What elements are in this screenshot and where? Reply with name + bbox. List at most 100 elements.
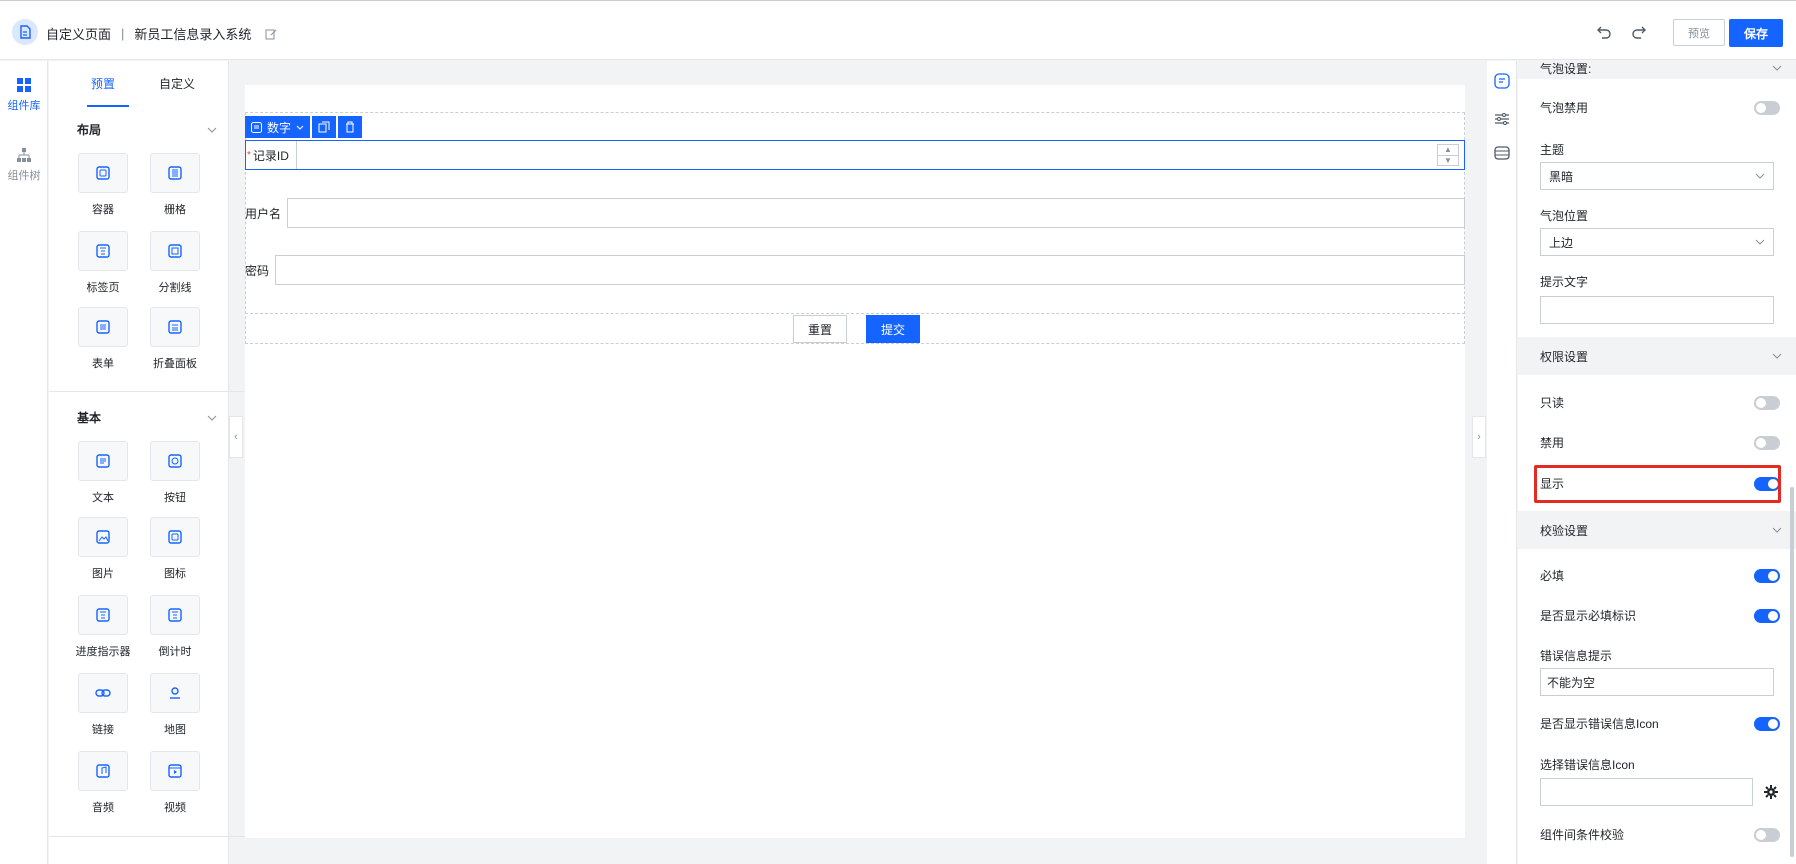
disabled-toggle[interactable] [1754, 435, 1780, 450]
component-label: 标签页 [86, 282, 120, 294]
group-permission-settings[interactable]: 权限设置 [1518, 337, 1796, 375]
prop-label: 错误信息提示 [1540, 649, 1613, 663]
collapse-left-panel-button[interactable]: ‹ [229, 416, 243, 458]
edit-icon[interactable] [265, 28, 277, 40]
component-text[interactable]: 文本 [73, 441, 133, 505]
preview-button[interactable]: 预览 [1673, 19, 1725, 46]
properties-icon[interactable] [1494, 73, 1510, 89]
component-divider[interactable]: 分割线 [145, 231, 205, 295]
property-category-rail [1487, 61, 1517, 864]
number-stepper[interactable]: ▲ ▼ [1437, 144, 1459, 166]
username-field: 用户名 [245, 198, 1465, 228]
password-input[interactable] [275, 255, 1465, 285]
component-audio[interactable]: 音频 [73, 751, 133, 815]
style-settings-icon[interactable] [1494, 111, 1510, 127]
bubble-disabled-toggle[interactable] [1754, 100, 1780, 115]
component-type-label: 数字 [267, 120, 292, 135]
readonly-row: 只读 [1540, 394, 1780, 411]
active-tab-underline [87, 105, 129, 107]
section-title: 布局 [77, 123, 102, 137]
component-icon[interactable]: 图标 [145, 517, 205, 581]
data-source-icon[interactable] [1494, 145, 1510, 161]
component-type-selector[interactable]: 数字 [245, 116, 311, 138]
bubble-position-select[interactable]: 上边 [1540, 228, 1774, 256]
error-icon-input[interactable] [1540, 778, 1753, 806]
prop-label: 气泡位置 [1540, 209, 1589, 223]
divider-icon [150, 231, 200, 271]
readonly-toggle[interactable] [1754, 395, 1780, 410]
show-error-icon-row: 是否显示错误信息Icon [1540, 715, 1780, 732]
rail-item-component-library[interactable]: 组件库 [0, 77, 48, 113]
component-collapse[interactable]: 折叠面板 [145, 307, 205, 371]
label-divider [296, 141, 297, 169]
copy-component-button[interactable] [312, 116, 337, 138]
prop-label: 只读 [1540, 396, 1565, 410]
prop-label: 组件间条件校验 [1540, 828, 1625, 842]
group-validation-settings[interactable]: 校验设置 [1518, 511, 1796, 549]
component-progress[interactable]: 进度指示器 [73, 595, 133, 659]
grid-icon [16, 77, 32, 93]
component-label: 进度指示器 [75, 646, 131, 658]
required-mark: * [247, 149, 251, 161]
record-id-field[interactable]: * 记录ID ▲ ▼ [245, 140, 1465, 170]
theme-select[interactable]: 黑暗 [1540, 162, 1774, 190]
gear-icon[interactable] [1764, 785, 1778, 799]
save-button[interactable]: 保存 [1729, 19, 1783, 47]
component-grid[interactable]: 栅格 [145, 153, 205, 217]
component-link[interactable]: 链接 [73, 673, 133, 737]
hint-text-input[interactable] [1540, 296, 1774, 324]
prop-label: 提示文字 [1540, 275, 1589, 289]
tab-custom[interactable]: 自定义 [159, 75, 195, 92]
component-image[interactable]: 图片 [73, 517, 133, 581]
collapse-right-panel-button[interactable]: › [1472, 416, 1486, 458]
username-input[interactable] [287, 198, 1465, 228]
component-container[interactable]: 容器 [73, 153, 133, 217]
component-video[interactable]: 视频 [145, 751, 205, 815]
text-icon [78, 441, 128, 481]
tab-preset[interactable]: 预置 [91, 75, 115, 92]
stepper-down-icon[interactable]: ▼ [1438, 156, 1458, 166]
component-label: 倒计时 [158, 646, 192, 658]
component-label: 按钮 [164, 492, 186, 504]
rail-label: 组件库 [7, 100, 41, 112]
prop-label: 选择错误信息Icon [1540, 758, 1635, 772]
reset-button[interactable]: 重置 [793, 315, 847, 343]
form-icon [78, 307, 128, 347]
component-label: 地图 [164, 724, 186, 736]
container-icon [78, 153, 128, 193]
component-countdown[interactable]: 倒计时 [145, 595, 205, 659]
submit-button[interactable]: 提交 [866, 315, 920, 343]
chevron-down-icon [1755, 173, 1765, 179]
section-basic-header[interactable]: 基本 [77, 409, 217, 426]
redo-icon[interactable] [1630, 23, 1648, 41]
show-error-icon-toggle[interactable] [1754, 716, 1780, 731]
breadcrumb-separator: | [121, 26, 125, 41]
component-form[interactable]: 表单 [73, 307, 133, 371]
error-hint-input[interactable]: 不能为空 [1540, 668, 1774, 696]
left-rail: 组件库 组件树 [0, 61, 48, 864]
component-button[interactable]: 按钮 [145, 441, 205, 505]
rail-item-component-tree[interactable]: 组件树 [0, 147, 48, 183]
properties-scrollbar[interactable] [1790, 487, 1794, 857]
design-canvas[interactable]: 数字 * 记录ID ▲ ▼ 用户名 密码 重置 提交 [245, 85, 1465, 838]
video-icon [150, 751, 200, 791]
component-map[interactable]: 地图 [145, 673, 205, 737]
chevron-down-icon [1772, 527, 1782, 533]
component-label: 图标 [164, 568, 186, 580]
component-tabs[interactable]: 标签页 [73, 231, 133, 295]
countdown-icon [150, 595, 200, 635]
chevron-down-icon [296, 125, 304, 130]
prop-label: 气泡禁用 [1540, 101, 1589, 115]
collapse-icon [150, 307, 200, 347]
section-layout-header[interactable]: 布局 [77, 121, 217, 138]
group-bubble-settings[interactable]: 气泡设置: [1518, 61, 1796, 79]
cross-field-validation-toggle[interactable] [1754, 827, 1780, 842]
prop-label: 主题 [1540, 143, 1565, 157]
chevron-down-icon [207, 127, 217, 133]
undo-icon[interactable] [1595, 23, 1613, 41]
section-divider [49, 836, 271, 837]
show-required-mark-toggle[interactable] [1754, 608, 1780, 623]
required-toggle[interactable] [1754, 568, 1780, 583]
stepper-up-icon[interactable]: ▲ [1438, 145, 1458, 156]
delete-component-button[interactable] [338, 116, 363, 138]
